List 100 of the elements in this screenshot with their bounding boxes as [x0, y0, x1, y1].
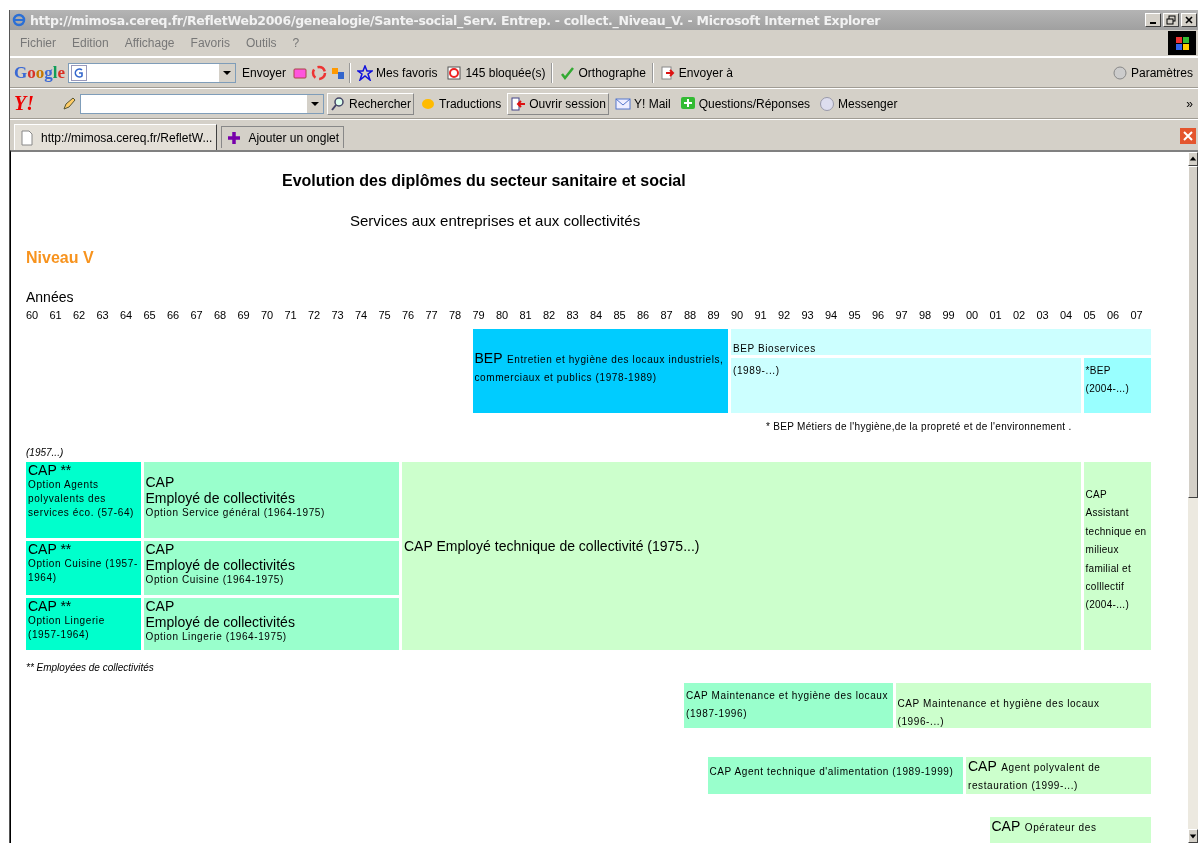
page-arrow-icon	[659, 64, 676, 81]
speech-bubble-icon	[679, 95, 696, 112]
year-label: 96	[872, 309, 886, 321]
year-label: 65	[143, 309, 157, 321]
page-title: Evolution des diplômes du secteur sanitaire et social	[282, 172, 687, 191]
envelope-icon	[614, 95, 631, 112]
year-label: 04	[1060, 309, 1074, 321]
year-label: 80	[496, 309, 510, 321]
diploma-label: CAP Agent polyvalent de restauration (1999-...)	[968, 757, 1102, 794]
settings-button[interactable]: Paramètres	[1108, 61, 1196, 84]
restore-button[interactable]	[1163, 13, 1179, 27]
diploma-label: CAP ** Option Cuisine (1957-1964)	[28, 541, 139, 586]
year-label: 73	[331, 309, 345, 321]
blocked-icon	[446, 64, 463, 81]
year-label: 85	[613, 309, 627, 321]
year-label: 86	[637, 309, 651, 321]
close-icon	[1184, 15, 1194, 25]
year-label: 07	[1130, 309, 1144, 321]
year-label: 99	[942, 309, 956, 321]
search-icon	[330, 95, 346, 112]
year-label: 00	[966, 309, 980, 321]
years-label: Années	[26, 289, 75, 305]
google-logo: Google	[14, 62, 65, 83]
year-label: 60	[26, 309, 40, 321]
search-field[interactable]	[68, 62, 236, 83]
search-field[interactable]	[80, 93, 324, 114]
close-icon[interactable]	[1180, 128, 1196, 144]
page-subtitle: Services aux entreprises et aux collectivités	[350, 212, 642, 229]
diploma-label: *BEP (2004-...)	[1085, 364, 1131, 397]
year-label: 81	[519, 309, 533, 321]
year-label: 62	[73, 309, 87, 321]
year-label: 02	[1013, 309, 1027, 321]
door-icon	[510, 95, 527, 112]
pencil-icon[interactable]	[61, 95, 77, 112]
diploma-label: CAP Employé de collectivités Option Service général (1964-1975)	[145, 474, 326, 521]
footnote: (1957...)	[26, 447, 65, 458]
vertical-scrollbar[interactable]	[1188, 152, 1198, 843]
minimize-button[interactable]	[1145, 13, 1161, 27]
year-label: 64	[120, 309, 134, 321]
year-label: 79	[472, 309, 486, 321]
year-label: 06	[1107, 309, 1121, 321]
year-label: 90	[731, 309, 745, 321]
windows-logo-icon	[1168, 31, 1196, 55]
year-label: 01	[989, 309, 1003, 321]
browser-tab[interactable]: http://mimosa.cereq.fr/RefletW...	[14, 124, 218, 150]
year-label: 67	[190, 309, 204, 321]
year-label: 95	[848, 309, 862, 321]
dropdown-icon[interactable]	[219, 63, 235, 82]
google-g-icon	[71, 64, 87, 81]
star-icon	[357, 64, 374, 81]
diploma-label: CAP Assistant technique en milieux familial et colllectif (2004-...)	[1085, 488, 1148, 613]
down-arrow-icon[interactable]	[1189, 832, 1197, 840]
send-to-button[interactable]: Envoyer à	[656, 61, 736, 84]
add-tab-button[interactable]: Ajouter un onglet	[221, 126, 345, 148]
answers-button[interactable]: Questions/Réponses	[676, 92, 814, 115]
level-heading: Niveau V	[26, 249, 95, 267]
diploma-label: CAP Agent technique d'alimentation (1989-1999)	[709, 765, 955, 779]
restore-icon	[1166, 15, 1176, 25]
messenger-button[interactable]: Messenger	[816, 92, 901, 115]
year-label: 68	[214, 309, 228, 321]
mail-button[interactable]: Y! Mail	[611, 92, 674, 115]
page-icon	[19, 129, 35, 146]
plus-icon	[226, 129, 243, 146]
diploma-label: CAP Maintenance et hygiène des locaux (1996-...)	[897, 697, 1101, 728]
more-button[interactable]: »	[1183, 93, 1196, 114]
swirl-icon[interactable]	[311, 64, 328, 81]
up-arrow-icon[interactable]	[1189, 155, 1197, 163]
year-label: 05	[1083, 309, 1097, 321]
browser-icon	[12, 13, 26, 27]
popup-blocker-button[interactable]: 145 bloquée(s)	[443, 61, 549, 84]
year-label: 76	[402, 309, 416, 321]
window-title: http://mimosa.cereq.fr/RefletWeb2006/genealogie/Sante-social_Serv. Entrep. - collect._Niveau_V. - Microsoft Internet Explorer	[30, 12, 882, 28]
year-label: 69	[237, 309, 251, 321]
year-label: 74	[355, 309, 369, 321]
year-label: 63	[96, 309, 110, 321]
footnote: ** Employées de collectivités	[26, 662, 155, 673]
favorites-button[interactable]: Mes favoris	[354, 61, 441, 84]
year-label: 03	[1036, 309, 1050, 321]
year-label: 83	[566, 309, 580, 321]
year-label: 94	[825, 309, 839, 321]
year-label: 87	[660, 309, 674, 321]
diploma-label: CAP Employé de collectivités Option Cuisine (1964-1975)	[145, 541, 296, 588]
year-label: 71	[284, 309, 298, 321]
year-label: 98	[919, 309, 933, 321]
circle-icon	[1111, 64, 1128, 81]
dropdown-icon[interactable]	[307, 94, 323, 113]
year-label: 89	[707, 309, 721, 321]
diploma-label: CAP Employé technique de collectivité (1975...)	[404, 537, 701, 556]
close-button[interactable]	[1181, 13, 1197, 27]
minimize-icon	[1150, 22, 1156, 24]
spelling-button[interactable]: Orthographe	[556, 61, 649, 84]
year-label: 97	[895, 309, 909, 321]
diploma-label: (1989-...)	[733, 364, 781, 378]
send-button[interactable]: Envoyer	[239, 62, 290, 83]
search-button[interactable]: Rechercher	[327, 92, 415, 115]
diploma-label: CAP Employé de collectivités Option Lingerie (1964-1975)	[145, 598, 296, 645]
year-label: 72	[308, 309, 322, 321]
year-label: 70	[261, 309, 275, 321]
sign-in-button[interactable]: Ouvrir session	[507, 92, 609, 115]
translations-button[interactable]: Traductions	[417, 92, 505, 115]
